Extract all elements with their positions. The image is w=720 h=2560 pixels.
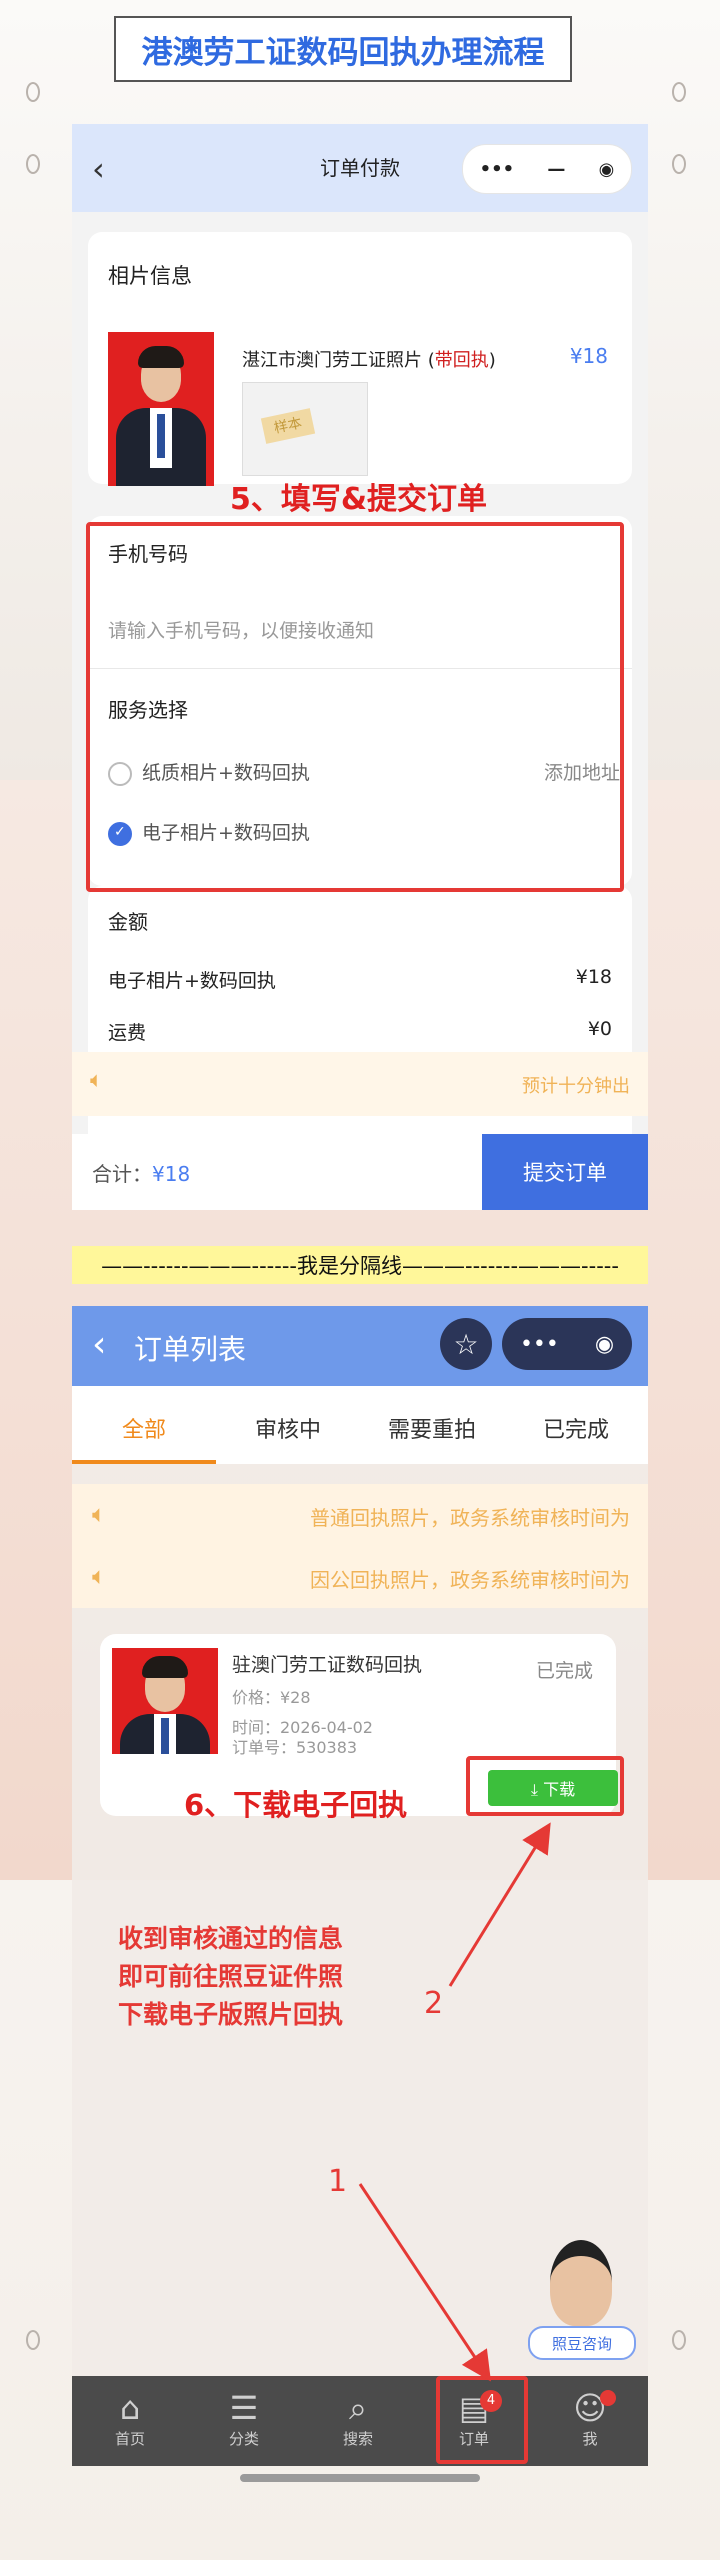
home-indicator [240, 2474, 480, 2482]
annotation-arrows [358, 1822, 551, 2382]
